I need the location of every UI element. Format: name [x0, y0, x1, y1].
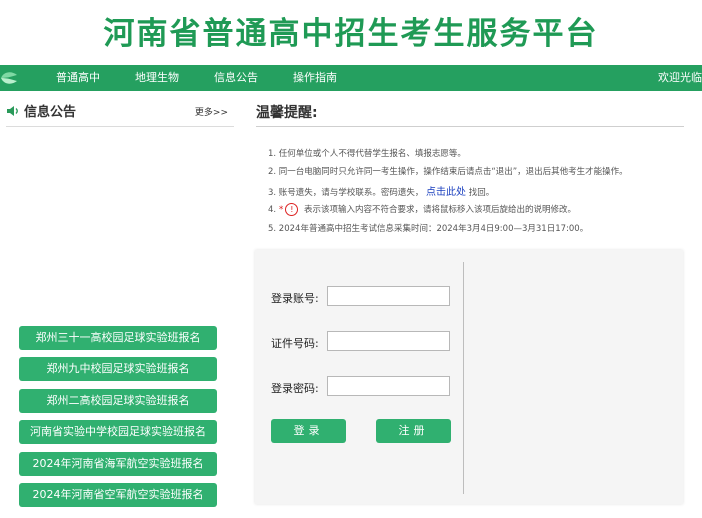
tip-3-tail: 找回。	[468, 188, 495, 198]
password-input[interactable]	[327, 376, 450, 396]
required-mark: *	[278, 205, 284, 215]
leaf-logo-icon	[1, 72, 17, 84]
tip-4-number: 4.	[268, 205, 277, 215]
tip-4-text: 表示该项输入内容不符合要求，请将鼠标移入该项后旋给出的说明修改。	[304, 205, 577, 215]
site-title: 河南省普通高中招生考生服务平台	[103, 16, 599, 52]
zhengzhou-9-football-button[interactable]: 郑州九中校园足球实验班报名	[19, 357, 217, 381]
notice-header: 信息公告 更多>>	[6, 100, 234, 127]
zhengzhou-2-football-button[interactable]: 郑州二高校园足球实验班报名	[19, 389, 217, 413]
tip-4: 4. *! 表示该项输入内容不符合要求，请将鼠标移入该项后旋给出的说明修改。	[268, 203, 576, 216]
account-label: 登录账号:	[271, 292, 319, 305]
welcome-text: 欢迎光临	[658, 71, 702, 84]
id-number-input[interactable]	[327, 331, 450, 351]
nav-item-general-high-school[interactable]: 普通高中	[56, 65, 100, 91]
tips-title: 温馨提醒:	[256, 105, 318, 121]
warning-icon: !	[285, 203, 299, 216]
password-label: 登录密码:	[271, 382, 319, 395]
main-navbar: 普通高中 地理生物 信息公告 操作指南 欢迎光临	[0, 65, 702, 91]
zhengzhou-31-football-button[interactable]: 郑州三十一高校园足球实验班报名	[19, 326, 217, 350]
tip-3-text: 3. 账号遗失，请与学校联系。密码遗失，	[268, 188, 424, 198]
notice-title: 信息公告	[24, 105, 77, 120]
speaker-icon	[7, 106, 18, 116]
nav-item-announcements[interactable]: 信息公告	[214, 65, 258, 91]
login-divider	[463, 262, 464, 494]
tip-3: 3. 账号遗失，请与学校联系。密码遗失， 点击此处 找回。	[268, 183, 494, 198]
air-force-aviation-class-button[interactable]: 2024年河南省空军航空实验班报名	[19, 483, 217, 507]
recover-password-link[interactable]: 点击此处	[426, 187, 466, 198]
login-panel: 登录账号: 证件号码: 登录密码: 登录 注册	[255, 250, 683, 504]
login-button[interactable]: 登录	[271, 419, 346, 443]
henan-experimental-football-button[interactable]: 河南省实验中学校园足球实验班报名	[19, 420, 217, 444]
tips-divider	[256, 126, 684, 127]
tip-2: 2. 同一台电脑同时只允许同一考生操作，操作结束后请点击“退出”，退出后其他考生…	[268, 167, 628, 177]
tip-1: 1. 任何单位或个人不得代替学生报名、填报志愿等。	[268, 149, 466, 159]
notice-more-link[interactable]: 更多>>	[195, 105, 228, 118]
navy-aviation-class-button[interactable]: 2024年河南省海军航空实验班报名	[19, 452, 217, 476]
nav-item-guide[interactable]: 操作指南	[293, 65, 337, 91]
account-input[interactable]	[327, 286, 450, 306]
register-button[interactable]: 注册	[376, 419, 451, 443]
tip-5: 5. 2024年普通高中招生考试信息采集时间：2024年3月4日9:00—3月3…	[268, 224, 589, 234]
id-number-label: 证件号码:	[271, 337, 319, 350]
nav-item-geography-biology[interactable]: 地理生物	[135, 65, 179, 91]
